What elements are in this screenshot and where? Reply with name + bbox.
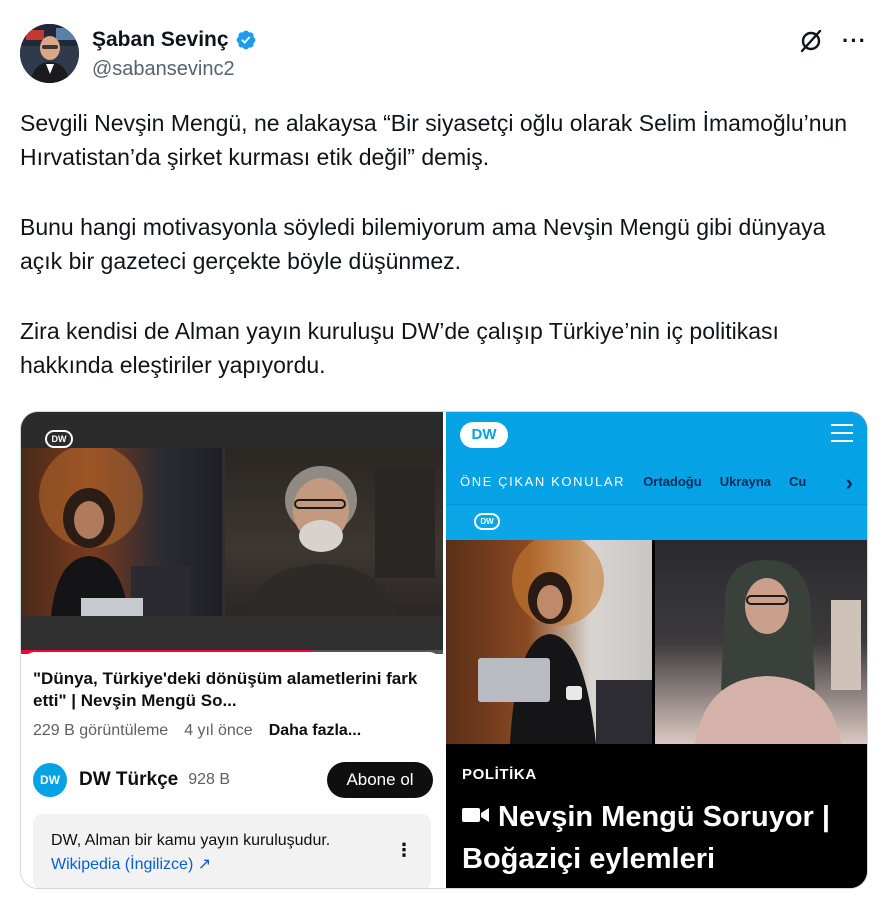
tweet-paragraph: Bunu hangi motivasyonla söyledi bilemiyo… xyxy=(20,214,826,274)
subscriber-count: 928 B xyxy=(188,771,231,788)
top-actions: ··· xyxy=(798,28,867,54)
dw-watermark-logo: DW xyxy=(45,430,73,448)
video-meta: 229 B görüntüleme 4 yıl önce Daha fazla.… xyxy=(33,722,361,740)
article-title-text: Nevşin Mengü Soruyor | Boğaziçi eylemler… xyxy=(462,801,830,875)
category-kicker: POLİTİKA xyxy=(462,766,537,783)
dw-guest-shot xyxy=(655,540,867,744)
dw-logo: DW xyxy=(460,422,508,448)
laptop xyxy=(478,658,550,702)
tweet-paragraph: Sevgili Nevşin Mengü, ne alakaysa “Bir s… xyxy=(20,110,848,170)
dw-caption: POLİTİKA Nevşin Mengü Soruyor | Boğaziçi… xyxy=(446,744,867,888)
channel-row: DW DW Türkçe 928 B Abone ol xyxy=(33,760,433,800)
subscribe-button: Abone ol xyxy=(327,762,433,798)
info-text: DW, Alman bir kamu yayın kuruluşudur. xyxy=(51,832,331,849)
video-frame: DW xyxy=(21,412,443,654)
handle[interactable]: @sabansevinc2 xyxy=(92,58,235,81)
video-info-card: "Dünya, Türkiye'deki dönüşüm alametlerin… xyxy=(21,652,443,888)
topic-item: Cu xyxy=(789,474,807,489)
video-host-shot xyxy=(21,444,222,616)
video-title: "Dünya, Türkiye'deki dönüşüm alametlerin… xyxy=(33,669,418,710)
dw-topics: ÖNE ÇIKAN KONULAR Ortadoğu Ukrayna Cu xyxy=(460,474,849,489)
tweet-text: Sevgili Nevşin Mengü, ne alakaysa “Bir s… xyxy=(20,106,850,382)
display-name[interactable]: Şaban Sevinç xyxy=(92,28,229,52)
more-icon[interactable]: ··· xyxy=(842,30,867,52)
more-link: Daha fazla... xyxy=(268,722,362,739)
media-grid[interactable]: DW "Dünya, Türkiye'deki dönüşüm alametle… xyxy=(20,411,868,889)
video-age: 4 yıl önce xyxy=(184,722,253,739)
media-image-youtube[interactable]: DW "Dünya, Türkiye'deki dönüşüm alametle… xyxy=(21,412,443,888)
video-camera-icon xyxy=(462,808,489,823)
channel-name: DW Türkçe xyxy=(79,769,179,790)
video-guest-shot xyxy=(225,448,443,616)
tweet-paragraph: Zira kendisi de Alman yayın kuruluşu DW’… xyxy=(20,318,779,378)
name-row: Şaban Sevinç xyxy=(92,28,257,52)
dw-strip-logo: DW xyxy=(474,513,500,530)
dw-video-strip: DW xyxy=(446,504,867,540)
chevron-right-icon: › xyxy=(845,470,853,495)
topics-label: ÖNE ÇIKAN KONULAR xyxy=(460,474,626,489)
topic-item: Ukrayna xyxy=(719,474,771,489)
hamburger-menu-icon xyxy=(831,424,853,442)
dw-header: DW ÖNE ÇIKAN KONULAR Ortadoğu Ukrayna Cu… xyxy=(446,412,867,504)
view-count: 229 B görüntüleme xyxy=(33,722,169,739)
wikipedia-link: Wikipedia (İngilizce) ↗ xyxy=(51,856,212,873)
article-title: Nevşin Mengü Soruyor | Boğaziçi eylemler… xyxy=(462,796,862,880)
dw-host-shot xyxy=(446,534,652,744)
video-top-bar xyxy=(21,412,443,448)
media-image-dw[interactable]: DW ÖNE ÇIKAN KONULAR Ortadoğu Ukrayna Cu… xyxy=(446,412,867,888)
topic-item: Ortadoğu xyxy=(643,474,702,489)
avatar[interactable] xyxy=(20,24,79,83)
grok-icon[interactable] xyxy=(798,28,824,54)
kebab-menu-icon: ⋮ xyxy=(395,840,413,860)
verified-badge-icon xyxy=(236,30,255,50)
tweet-header: Şaban Sevinç @sabansevinc2 ··· xyxy=(20,24,867,84)
channel-logo: DW xyxy=(33,763,67,797)
info-panel: DW, Alman bir kamu yayın kuruluşudur. Wi… xyxy=(33,814,431,888)
